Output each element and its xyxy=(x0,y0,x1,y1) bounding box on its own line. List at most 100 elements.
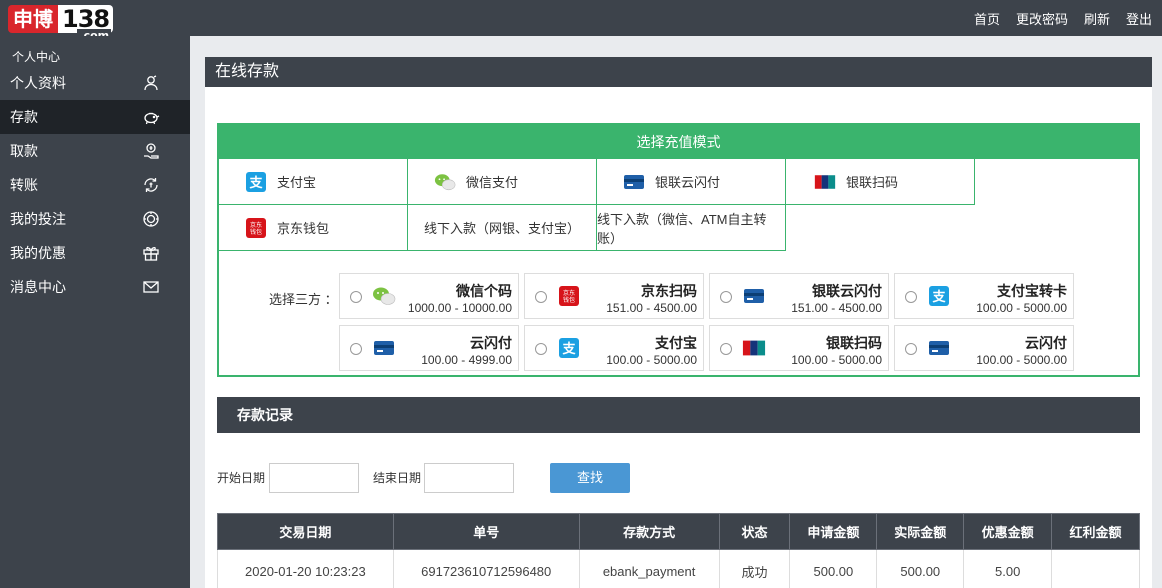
option-range: 100.00 - 5000.00 xyxy=(976,301,1067,315)
third-party-option[interactable]: 支 支付宝转卡 100.00 - 5000.00 xyxy=(894,273,1074,319)
main-panel: 在线存款 选择充值模式 支 支付宝 微信支付 银联云闪付 银联扫码 京东 钱包 京… xyxy=(205,57,1152,588)
option-range: 1000.00 - 10000.00 xyxy=(407,301,512,315)
start-date-input[interactable] xyxy=(269,463,359,493)
mode-title: 选择充值模式 xyxy=(219,125,1138,159)
third-party-option[interactable]: 京东 钱包 京东扫码 151.00 - 4500.00 xyxy=(524,273,704,319)
column-header: 状态 xyxy=(718,513,791,550)
option-range: 151.00 - 4500.00 xyxy=(606,301,697,315)
wechat-icon xyxy=(434,171,456,193)
option-radio[interactable] xyxy=(905,291,917,303)
option-name: 银联云闪付 xyxy=(812,283,882,299)
wechat-icon xyxy=(372,285,396,307)
option-name: 支付宝 xyxy=(655,335,697,351)
option-radio[interactable] xyxy=(350,343,362,355)
piggy-bank-icon xyxy=(144,112,160,125)
nav-refresh-link[interactable]: 刷新 xyxy=(1084,9,1110,28)
nav-logout-link[interactable]: 登出 xyxy=(1126,9,1152,28)
svg-text:钱包: 钱包 xyxy=(250,228,262,236)
option-name: 云闪付 xyxy=(470,335,512,351)
mail-icon xyxy=(143,281,159,293)
end-date-input[interactable] xyxy=(424,463,514,493)
table-header-row: 交易日期 单号 存款方式 状态 申请金额 实际金额 优惠金额 红利金额 xyxy=(217,513,1140,550)
mode-label: 微信支付 xyxy=(466,175,519,190)
card-icon xyxy=(927,337,951,359)
alipay-icon: 支 xyxy=(927,285,951,307)
sidebar-item-label: 个人资料 xyxy=(10,75,66,91)
third-party-option[interactable]: 银联云闪付 151.00 - 4500.00 xyxy=(709,273,889,319)
chip-icon xyxy=(143,211,159,227)
mode-label: 京东钱包 xyxy=(277,221,330,236)
mode-label: 线下入款（微信、ATM自主转账） xyxy=(597,211,767,246)
sidebar-item-transfer[interactable]: 转账 xyxy=(0,168,190,202)
logo-number: 138.com xyxy=(58,5,114,42)
card-icon xyxy=(372,337,396,359)
mode-unionpay-quickpass[interactable]: 银联云闪付 xyxy=(596,158,786,205)
card-icon xyxy=(623,171,645,193)
hand-coin-icon xyxy=(144,143,159,159)
logo-brand: 申博 xyxy=(8,5,58,33)
transfer-icon xyxy=(144,178,158,192)
jd-icon: 京东 钱包 xyxy=(245,217,267,239)
mode-label: 银联扫码 xyxy=(846,175,899,190)
search-button[interactable]: 查找 xyxy=(550,463,630,493)
mode-alipay[interactable]: 支 支付宝 xyxy=(218,158,408,205)
table-row: 2020-01-20 10:23:23 691723610712596480 e… xyxy=(217,549,1140,588)
option-range: 100.00 - 5000.00 xyxy=(606,353,697,367)
option-radio[interactable] xyxy=(905,343,917,355)
third-party-option[interactable]: 银联扫码 100.00 - 5000.00 xyxy=(709,325,889,371)
table-cell: 2020-01-20 10:23:23 xyxy=(217,549,394,588)
option-radio[interactable] xyxy=(350,291,362,303)
table-cell: ebank_payment xyxy=(578,549,720,588)
option-radio[interactable] xyxy=(720,291,732,303)
gift-icon xyxy=(143,246,159,261)
alipay-icon: 支 xyxy=(245,171,267,193)
option-name: 银联扫码 xyxy=(826,335,882,351)
sidebar-item-withdraw[interactable]: 取款 xyxy=(0,134,190,168)
start-date-label: 开始日期 xyxy=(217,471,266,485)
table-cell: 691723610712596480 xyxy=(392,549,580,588)
svg-text:钱包: 钱包 xyxy=(563,296,575,304)
column-header: 交易日期 xyxy=(217,513,394,550)
table-cell xyxy=(1051,549,1140,588)
option-radio[interactable] xyxy=(720,343,732,355)
third-party-option[interactable]: 云闪付 100.00 - 4999.00 xyxy=(339,325,519,371)
mode-label: 支付宝 xyxy=(277,175,317,190)
table-cell: 500.00 xyxy=(876,549,965,588)
sidebar-item-label: 存款 xyxy=(10,109,38,125)
nav-home-link[interactable]: 首页 xyxy=(974,9,1000,28)
sidebar-item-deposit[interactable]: 存款 xyxy=(0,100,190,134)
end-date-label: 结束日期 xyxy=(373,471,422,485)
sidebar-item-messages[interactable]: 消息中心 xyxy=(0,270,190,304)
nav-change-password-link[interactable]: 更改密码 xyxy=(1016,9,1068,28)
sidebar-item-label: 转账 xyxy=(10,177,38,193)
sidebar-item-label: 我的投注 xyxy=(10,211,66,227)
third-party-option[interactable]: 支 支付宝 100.00 - 5000.00 xyxy=(524,325,704,371)
sidebar-item-label: 我的优惠 xyxy=(10,245,66,261)
column-header: 实际金额 xyxy=(876,513,965,550)
sidebar-item-profile[interactable]: 个人资料 xyxy=(0,66,190,100)
third-party-label: 选择三方 ： xyxy=(269,292,338,307)
mode-unionpay-scan[interactable]: 银联扫码 xyxy=(785,158,975,205)
svg-text:支: 支 xyxy=(561,341,576,357)
mode-wechat[interactable]: 微信支付 xyxy=(407,158,597,205)
mode-offline-bank[interactable]: 线下入款（网银、支付宝） xyxy=(407,204,597,251)
sidebar-item-label: 取款 xyxy=(10,143,38,159)
option-radio[interactable] xyxy=(535,343,547,355)
column-header: 红利金额 xyxy=(1051,513,1140,550)
table-cell: 500.00 xyxy=(789,549,878,588)
option-radio[interactable] xyxy=(535,291,547,303)
deposit-mode-box: 选择充值模式 支 支付宝 微信支付 银联云闪付 银联扫码 京东钱包 京东钱包 xyxy=(217,123,1140,377)
third-party-option[interactable]: 云闪付 100.00 - 5000.00 xyxy=(894,325,1074,371)
mode-jd-wallet[interactable]: 京东 钱包 京东钱包 xyxy=(218,204,408,251)
unionpay-icon xyxy=(742,337,766,359)
table-cell: 成功 xyxy=(718,549,791,588)
logo[interactable]: 申博 138.com xyxy=(8,5,114,42)
column-header: 申请金额 xyxy=(789,513,878,550)
sidebar-item-bets[interactable]: 我的投注 xyxy=(0,202,190,236)
sidebar-item-offers[interactable]: 我的优惠 xyxy=(0,236,190,270)
mode-offline-wechat-atm[interactable]: 线下入款（微信、ATM自主转账） xyxy=(596,204,786,251)
third-party-option[interactable]: 微信个码 1000.00 - 10000.00 xyxy=(339,273,519,319)
top-bar: 申博 138.com 首页 更改密码 刷新 登出 xyxy=(0,0,1162,42)
records-table: 交易日期 单号 存款方式 状态 申请金额 实际金额 优惠金额 红利金额 2020… xyxy=(217,513,1140,588)
svg-text:支: 支 xyxy=(931,289,946,305)
